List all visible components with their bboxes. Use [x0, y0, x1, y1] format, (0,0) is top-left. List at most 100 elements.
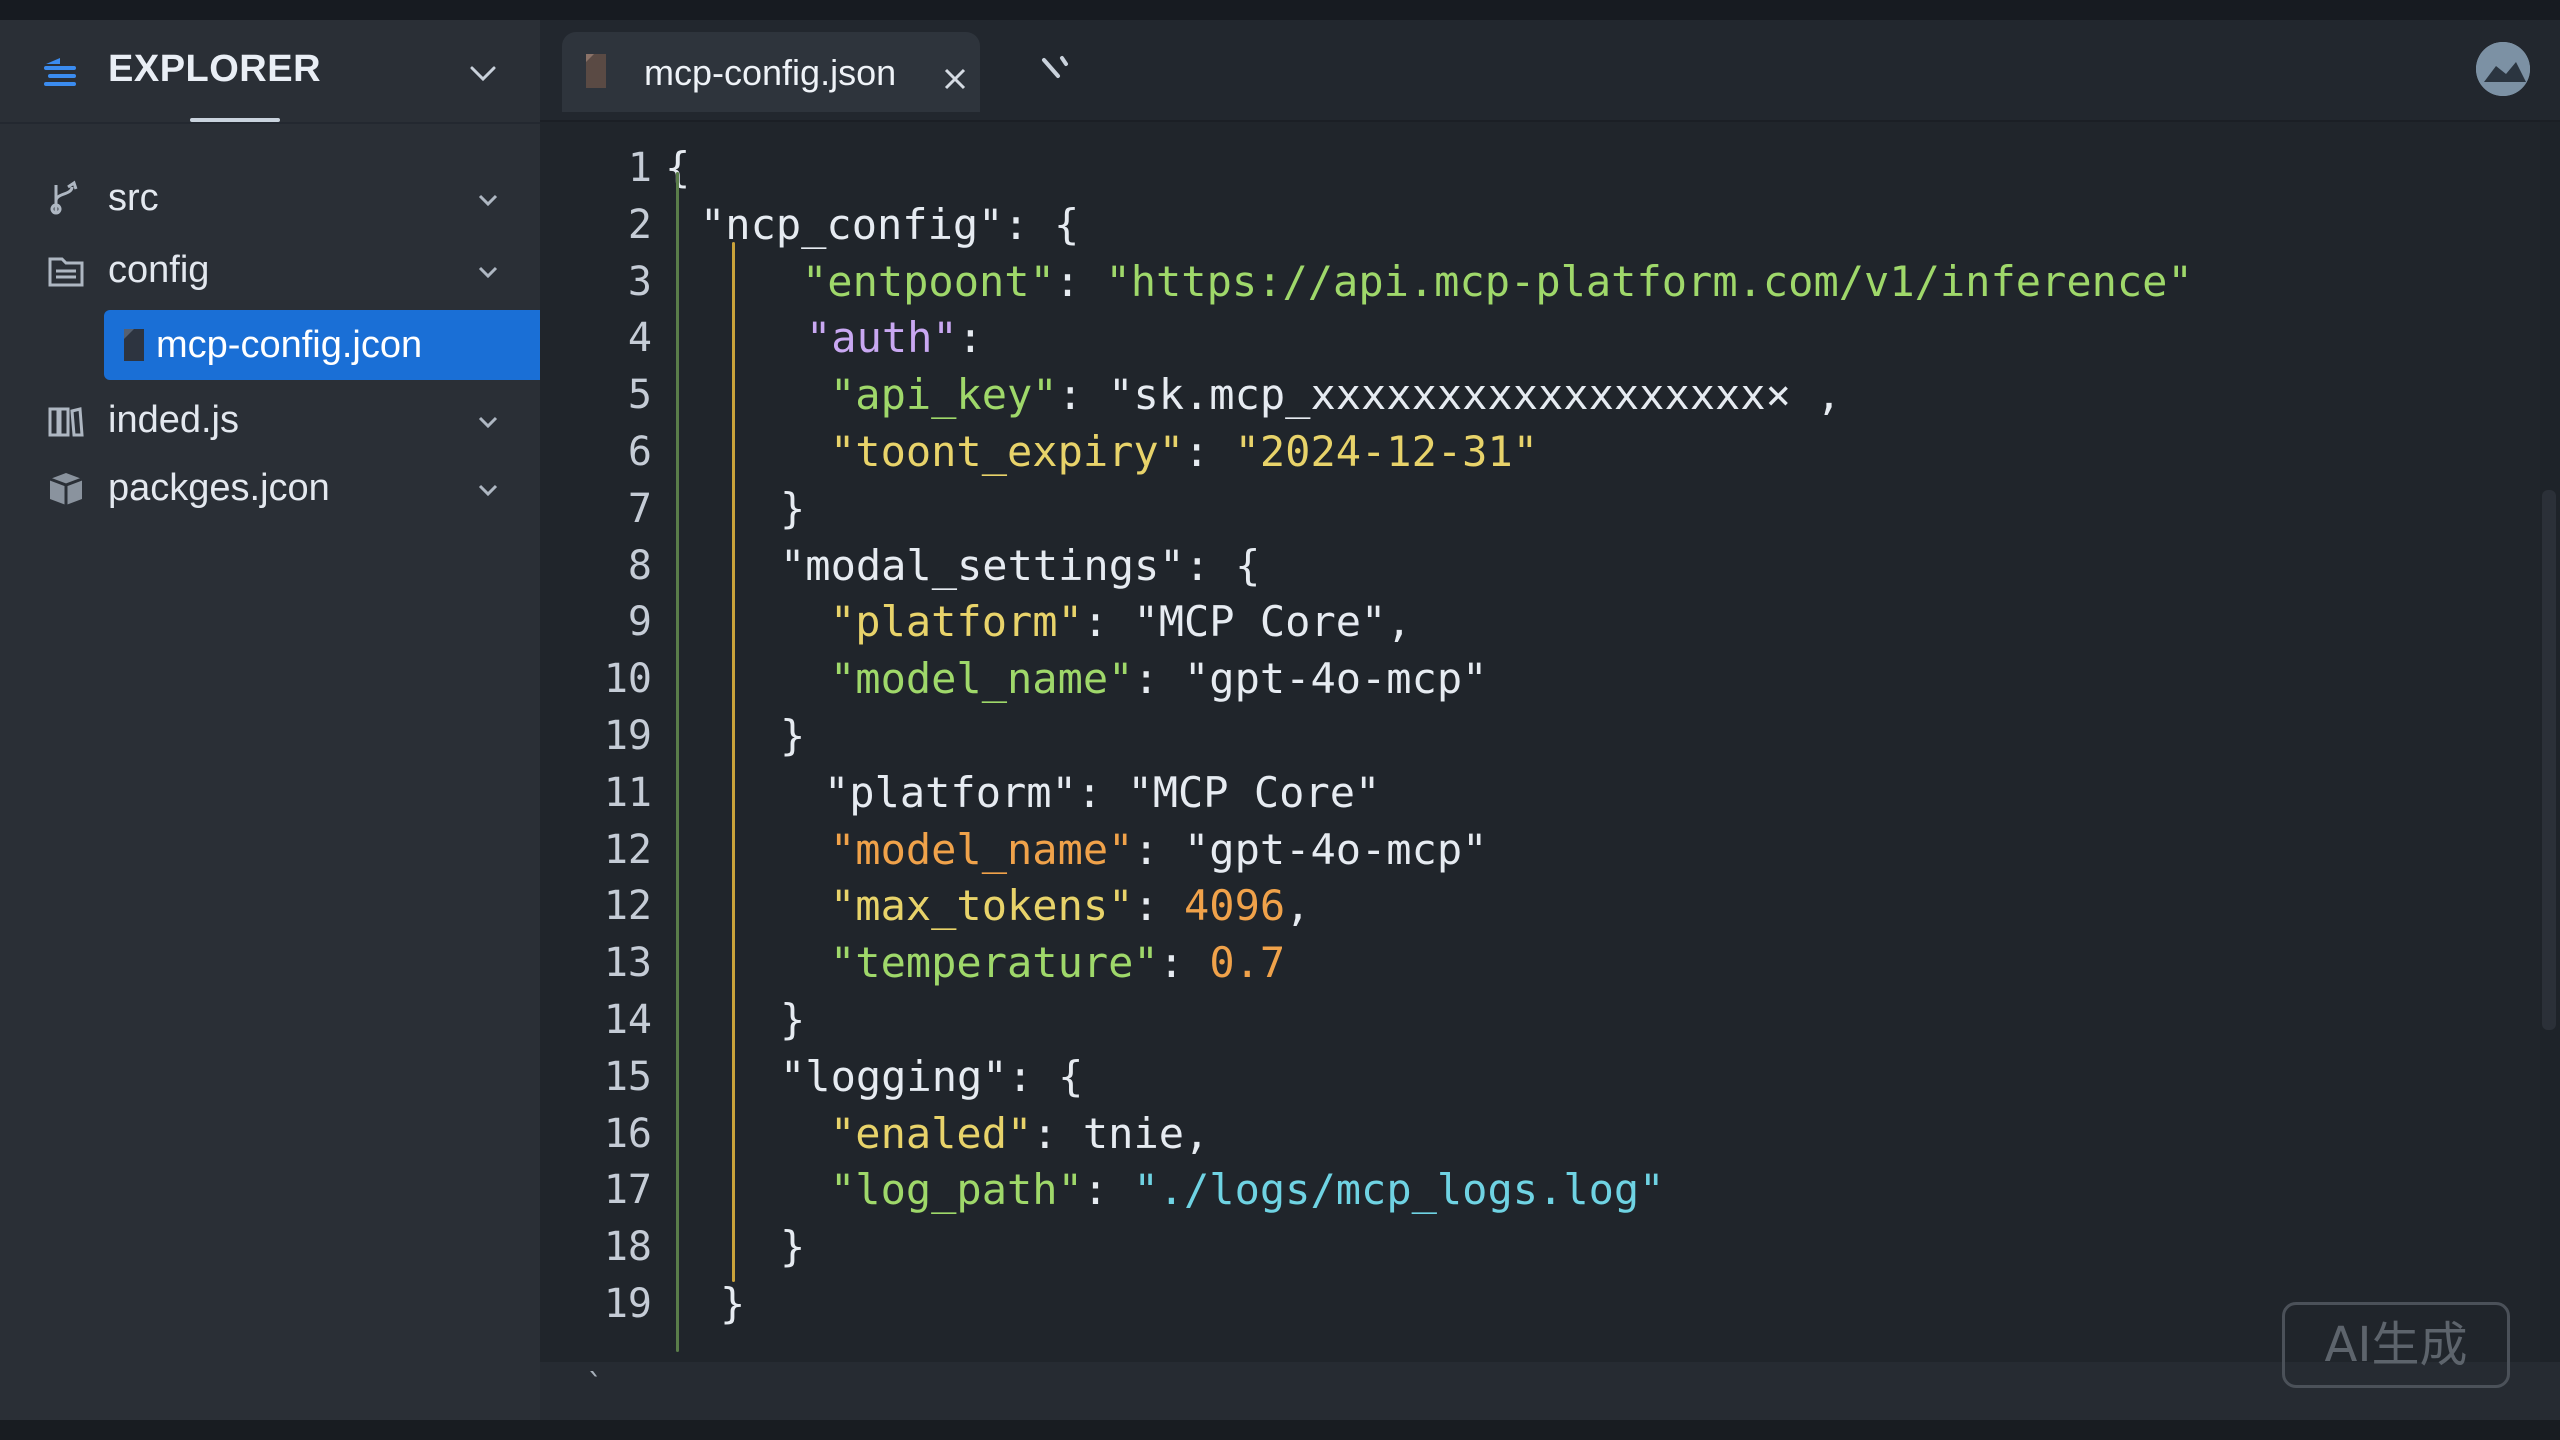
library-icon [48, 407, 84, 437]
package-icon [49, 473, 83, 505]
code-token: "entpoont" [802, 256, 1055, 306]
tab-mcp-config[interactable]: mcp-config.json [562, 32, 980, 112]
window-top-strip [0, 0, 2560, 20]
avatar[interactable] [2476, 42, 2530, 96]
code-token: : [1057, 370, 1109, 420]
code-editor[interactable]: 1 2 3 4 5 6 7 8 9 10 19 11 12 12 13 14 15 16 17 18 19 {"ncp_… [540, 122, 2540, 1362]
code-token: } [780, 1222, 806, 1272]
file-icon [124, 329, 144, 361]
explorer-header: EXPLORER [0, 20, 540, 124]
vertical-scrollbar[interactable] [2542, 490, 2556, 1030]
code-token: : [1054, 256, 1106, 306]
code-line: "enaled": tnie, [830, 1106, 1209, 1162]
code-token: "gpt-4o-mcp" [1184, 654, 1488, 704]
tree-item-label: inded.js [108, 399, 239, 441]
tree-item-packges-jcon[interactable]: packges.jcon [0, 456, 540, 520]
tree-item-inded-js[interactable]: inded.js [0, 388, 540, 452]
chevron-down-icon[interactable] [474, 476, 502, 504]
code-token: : [957, 313, 984, 363]
code-token: "sk.mcp_xxxxxxxxxxxxxxxxxx× , [1108, 370, 1842, 420]
code-line: } [720, 1276, 745, 1332]
code-line: } [780, 481, 805, 537]
explorer-title: EXPLORER [108, 48, 322, 90]
status-text: ` [586, 1368, 605, 1403]
tree-item-label: packges.jcon [108, 467, 330, 509]
code-token: 4096 [1184, 881, 1286, 931]
tree-item-mcp-config[interactable]: mcp-config.jcon [104, 310, 540, 380]
git-branch-icon [50, 180, 78, 215]
tree-item-src[interactable]: src [0, 166, 540, 230]
code-line: "api_key": "sk.mcp_xxxxxxxxxxxxxxxxxx× , [830, 367, 1841, 423]
chevron-down-icon[interactable] [474, 186, 502, 214]
tab-bar: mcp-config.json [540, 20, 2560, 122]
code-token: : [1133, 881, 1185, 931]
code-token: "max_tokens" [830, 881, 1134, 931]
code-token: "platform" [824, 767, 1077, 817]
code-line: "model_name": "gpt-4o-mcp" [830, 651, 1487, 707]
code-token: "2024-12-31" [1234, 427, 1539, 476]
code-token: : [1076, 767, 1128, 817]
code-area[interactable]: {"ncp_config": {"entpoont": "https://api… [540, 122, 2540, 1362]
code-token: : [1133, 824, 1185, 874]
indent-guide [732, 242, 735, 1282]
code-token: 0.7 [1209, 938, 1286, 988]
code-token: : [1184, 427, 1235, 476]
code-line: "logging": { [780, 1049, 1083, 1105]
code-token: "log_path" [830, 1165, 1083, 1215]
code-token: "gpt-4o-mcp" [1184, 824, 1488, 874]
chevron-down-icon[interactable] [474, 408, 502, 436]
code-token: "enaled" [830, 1108, 1033, 1158]
code-line: } [780, 992, 805, 1048]
code-token: : [1133, 654, 1185, 704]
code-token: : [1032, 1108, 1083, 1158]
code-token: "modal_settings": { [780, 540, 1261, 590]
code-token: "ncp_config": { [700, 199, 1080, 249]
code-token: "auth" [806, 313, 958, 363]
code-line: "temperature": 0.7 [830, 935, 1285, 991]
code-token: "model_name" [830, 654, 1134, 704]
code-token: "https://api.mcp-platform.com/v1/inferen… [1105, 256, 2193, 306]
explorer-icon [44, 58, 76, 86]
code-line: "platform": "MCP Core" [824, 765, 1380, 821]
folder-icon [48, 257, 84, 287]
code-line: "toont_expiry": "2024-12-31" [830, 424, 1538, 480]
code-line: "auth": [806, 310, 983, 366]
code-line: "ncp_config": { [700, 197, 1079, 253]
code-token: } [780, 711, 806, 760]
code-token: "model_name" [830, 824, 1134, 874]
code-line: "model_name": "gpt-4o-mcp" [830, 822, 1487, 878]
chevron-down-icon[interactable] [466, 56, 500, 90]
code-token: : [1082, 597, 1134, 647]
code-token: "api_key" [830, 370, 1058, 420]
split-editor-icon[interactable] [1036, 50, 1076, 90]
file-icon [586, 54, 606, 88]
code-token: "toont_expiry" [830, 427, 1185, 476]
window-bottom-strip [0, 1420, 2560, 1440]
tree-item-label: mcp-config.jcon [156, 324, 423, 366]
code-token: "MCP Core", [1133, 597, 1412, 647]
code-token: "temperature" [830, 938, 1159, 988]
code-token: } [780, 995, 806, 1044]
code-token: "MCP Core" [1127, 767, 1381, 817]
code-line: "platform": "MCP Core", [830, 594, 1412, 650]
code-token: : [1082, 1165, 1134, 1215]
ai-generated-watermark: AI生成 [2282, 1302, 2510, 1388]
code-line: } [780, 708, 805, 764]
tree-item-label: src [108, 177, 159, 219]
code-token: "./logs/mcp_logs.log" [1133, 1165, 1665, 1215]
code-token: } [720, 1279, 746, 1328]
tab-label: mcp-config.json [644, 52, 897, 93]
tree-item-label: config [108, 249, 210, 291]
close-icon[interactable] [940, 64, 970, 94]
code-line: "modal_settings": { [780, 538, 1260, 594]
explorer-active-indicator [190, 118, 280, 122]
chevron-down-icon[interactable] [474, 258, 502, 286]
indent-guide [676, 172, 679, 1352]
code-token: , [1285, 881, 1311, 931]
code-line: } [780, 1219, 805, 1275]
avatar-image [2476, 42, 2530, 96]
status-bar: ` [540, 1362, 2560, 1420]
tree-item-config[interactable]: config [0, 238, 540, 302]
explorer-sidebar: EXPLORER src config mcp-config.jcon inde… [0, 20, 540, 1440]
code-token: "platform" [830, 597, 1083, 647]
